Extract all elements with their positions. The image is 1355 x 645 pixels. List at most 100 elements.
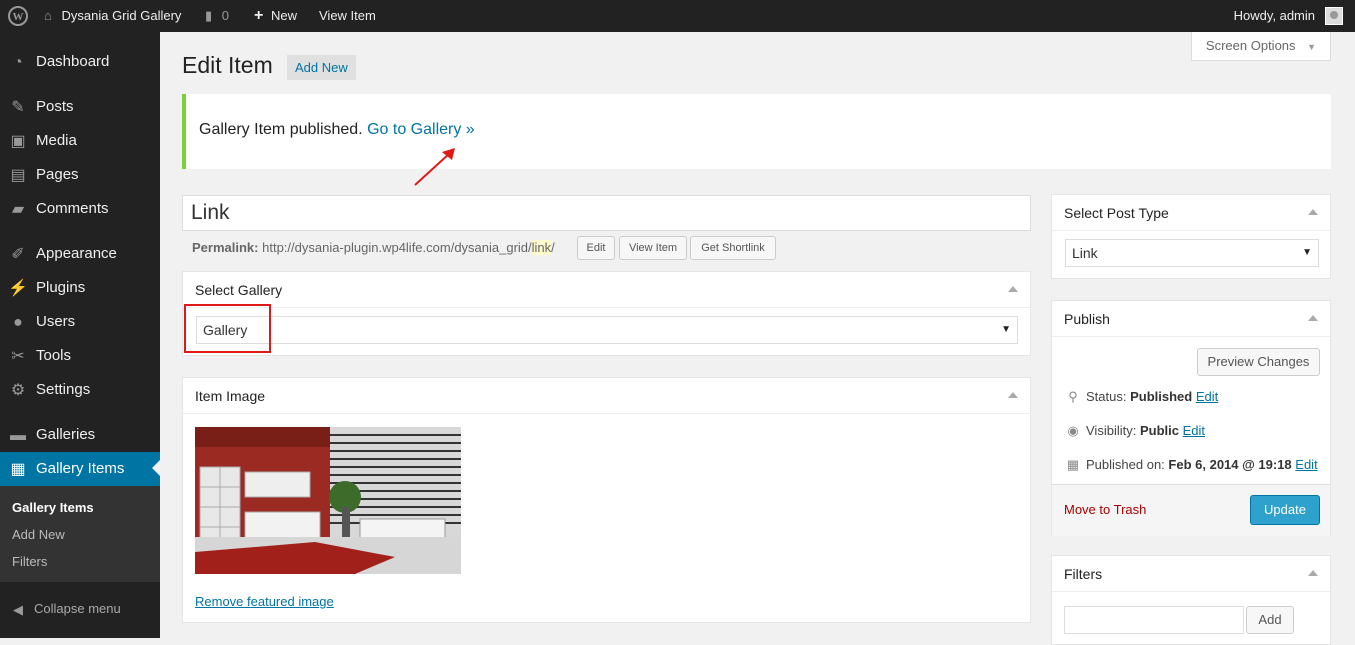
- avatar[interactable]: [1325, 7, 1343, 25]
- status-row: ⚲ Status: Published Edit: [1064, 388, 1218, 406]
- filters-box: Filters Add: [1051, 555, 1331, 645]
- view-item-button[interactable]: View Item: [619, 236, 687, 260]
- gallery-items-submenu: Gallery Items Add New Filters: [0, 486, 160, 582]
- sidebar-item-appearance[interactable]: ✐ Appearance: [0, 237, 160, 271]
- home-icon: ⌂: [44, 8, 52, 23]
- permalink-base[interactable]: http://dysania-plugin.wp4life.com/dysani…: [262, 240, 532, 255]
- calendar-icon: ▦: [1066, 457, 1080, 472]
- comments-link[interactable]: ▮ 0: [205, 0, 229, 32]
- site-name: Dysania Grid Gallery: [61, 8, 182, 23]
- gallery-icon: ▦: [10, 461, 26, 478]
- select-post-type-title: Select Post Type: [1064, 205, 1169, 221]
- admin-bar: W ⌂ Dysania Grid Gallery ▮ 0 + New View …: [0, 0, 1355, 32]
- featured-image[interactable]: [195, 427, 461, 574]
- collapse-toggle-icon[interactable]: [1308, 315, 1318, 321]
- select-gallery-box: Select Gallery Gallery ▼: [182, 271, 1031, 356]
- remove-featured-image-link[interactable]: Remove featured image: [195, 594, 334, 609]
- comment-bubble-icon: ▮: [205, 8, 213, 23]
- move-to-trash-link[interactable]: Move to Trash: [1064, 502, 1146, 517]
- screen-options-button[interactable]: Screen Options ▼: [1191, 32, 1331, 61]
- svg-text:W: W: [13, 11, 24, 23]
- preview-changes-button[interactable]: Preview Changes: [1197, 348, 1320, 376]
- wrench-icon: ✂: [11, 348, 25, 365]
- sidebar-item-dashboard[interactable]: ◔ Dashboard: [0, 45, 160, 79]
- plug-icon: ⚡: [8, 280, 28, 297]
- publish-actions: Move to Trash Update: [1052, 484, 1330, 536]
- item-image-title: Item Image: [195, 388, 266, 404]
- select-arrow-icon: ▼: [1302, 247, 1312, 258]
- edit-status-link[interactable]: Edit: [1196, 389, 1218, 404]
- post-title-input[interactable]: Link: [182, 195, 1031, 231]
- update-button[interactable]: Update: [1250, 495, 1320, 525]
- publish-box: Publish Preview Changes ⚲ Status: Publish…: [1051, 300, 1331, 536]
- sidebar-item-comments[interactable]: ▰ Comments: [0, 192, 160, 226]
- sidebar-item-gallery-items[interactable]: ▦ Gallery Items: [0, 452, 160, 486]
- submenu-filters[interactable]: Filters: [12, 554, 47, 569]
- publish-header[interactable]: Publish: [1052, 301, 1330, 337]
- go-to-gallery-link[interactable]: Go to Gallery »: [367, 121, 475, 138]
- sidebar-item-posts[interactable]: ✎ Posts: [0, 90, 160, 124]
- plus-icon: +: [254, 7, 264, 24]
- user-icon: ●: [13, 314, 23, 331]
- item-image-header[interactable]: Item Image: [183, 378, 1030, 414]
- folder-icon: ▬: [10, 427, 26, 444]
- edit-visibility-link[interactable]: Edit: [1183, 423, 1205, 438]
- permalink-slug[interactable]: link: [531, 240, 552, 255]
- comments-count: 0: [221, 8, 230, 23]
- view-item-link[interactable]: View Item: [319, 0, 376, 32]
- visibility-label: Visibility:: [1086, 423, 1137, 438]
- published-label: Published on:: [1086, 457, 1165, 472]
- annotation-arrow: [414, 148, 455, 186]
- gallery-select[interactable]: Gallery ▼: [196, 316, 1018, 344]
- submenu-add-new[interactable]: Add New: [12, 527, 65, 542]
- status-label: Status:: [1086, 389, 1127, 404]
- media-icon: ▣: [10, 133, 26, 150]
- dashboard-icon: ◔: [13, 54, 23, 71]
- collapse-arrow-icon: ◀: [13, 602, 23, 617]
- add-filter-button[interactable]: Add: [1246, 606, 1294, 634]
- sidebar-item-plugins[interactable]: ⚡ Plugins: [0, 271, 160, 305]
- annotation-highlight-box: [184, 304, 271, 353]
- collapse-toggle-icon[interactable]: [1008, 286, 1018, 292]
- select-gallery-title: Select Gallery: [195, 282, 283, 298]
- page-title: Edit Item: [182, 52, 273, 78]
- sidebar-item-pages[interactable]: ▤ Pages: [0, 158, 160, 192]
- new-label: New: [270, 8, 297, 23]
- new-content-link[interactable]: + New: [254, 0, 297, 32]
- get-shortlink-button[interactable]: Get Shortlink: [690, 236, 776, 260]
- wordpress-logo-icon[interactable]: W: [8, 0, 28, 32]
- add-new-button[interactable]: Add New: [287, 55, 356, 80]
- submenu-gallery-items[interactable]: Gallery Items: [12, 500, 94, 515]
- collapse-toggle-icon[interactable]: [1308, 570, 1318, 576]
- publish-title: Publish: [1064, 311, 1110, 327]
- filter-input[interactable]: [1064, 606, 1244, 634]
- screen-options-label: Screen Options: [1205, 38, 1296, 53]
- sidebar-item-galleries[interactable]: ▬ Galleries: [0, 418, 160, 452]
- sidebar-item-users[interactable]: ● Users: [0, 305, 160, 339]
- filters-header[interactable]: Filters: [1052, 556, 1330, 592]
- edit-date-link[interactable]: Edit: [1295, 457, 1317, 472]
- notice-message: Gallery Item published. Go to Gallery »: [199, 121, 475, 139]
- select-post-type-header[interactable]: Select Post Type: [1052, 195, 1330, 231]
- site-home-link[interactable]: ⌂ Dysania Grid Gallery: [44, 0, 181, 32]
- select-post-type-box: Select Post Type Link ▼: [1051, 194, 1331, 279]
- settings-icon: ⚙: [10, 382, 26, 399]
- comment-icon: ▰: [11, 201, 25, 218]
- edit-permalink-button[interactable]: Edit: [577, 236, 615, 260]
- sidebar-item-tools[interactable]: ✂ Tools: [0, 339, 160, 373]
- collapse-menu-button[interactable]: ◀ Collapse menu: [0, 592, 160, 626]
- sidebar-item-settings[interactable]: ⚙ Settings: [0, 373, 160, 407]
- user-greeting[interactable]: Howdy, admin: [1234, 0, 1315, 32]
- published-value: Feb 6, 2014 @ 19:18: [1168, 457, 1292, 472]
- post-type-value: Link: [1072, 245, 1098, 261]
- dropdown-arrow-icon: ▼: [1307, 42, 1317, 52]
- select-gallery-header[interactable]: Select Gallery: [183, 272, 1030, 308]
- permalink-row: Permalink: http://dysania-plugin.wp4life…: [192, 240, 555, 256]
- post-type-select[interactable]: Link ▼: [1065, 239, 1319, 267]
- sidebar-item-media[interactable]: ▣ Media: [0, 124, 160, 158]
- permalink-end: /: [551, 240, 555, 255]
- success-notice: Gallery Item published. Go to Gallery »: [182, 94, 1331, 169]
- visibility-row: ◉ Visibility: Public Edit: [1064, 422, 1205, 440]
- collapse-toggle-icon[interactable]: [1308, 209, 1318, 215]
- collapse-toggle-icon[interactable]: [1008, 392, 1018, 398]
